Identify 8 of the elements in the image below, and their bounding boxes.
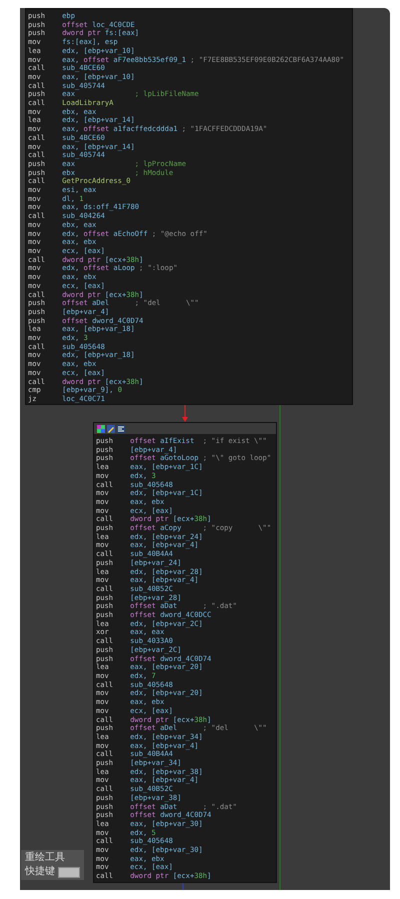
pencil-icon[interactable] (107, 424, 115, 432)
edge-arrow (182, 404, 188, 422)
edge-line (182, 882, 184, 890)
graph-icon[interactable] (117, 424, 125, 432)
palette-icon[interactable] (97, 424, 105, 432)
shortcut-label: 快捷键 (25, 866, 55, 878)
panel-title: 重绘工具 (25, 852, 66, 864)
shortcut-field[interactable] (58, 866, 80, 878)
